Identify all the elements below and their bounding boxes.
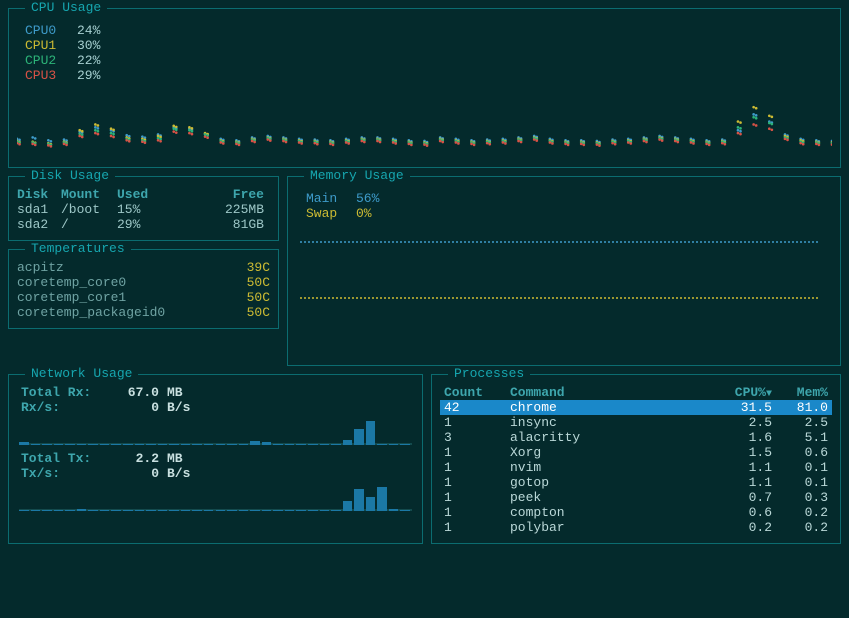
cpu-core-pct: 22% bbox=[77, 53, 100, 68]
memory-title: Memory Usage bbox=[304, 168, 410, 183]
proc-col-mem[interactable]: Mem% bbox=[772, 385, 828, 400]
cpu-core-name: CPU3 bbox=[25, 68, 69, 83]
proc-col-cpu[interactable]: CPU%▼ bbox=[714, 385, 772, 400]
cpu-core-pct: 24% bbox=[77, 23, 100, 38]
cpu-core-row: CPU1 30% bbox=[25, 38, 832, 53]
temps-panel: Temperatures acpitz39C coretemp_core050C… bbox=[8, 249, 279, 329]
cpu-core-name: CPU1 bbox=[25, 38, 69, 53]
memory-panel: Memory Usage Main 56% Swap 0% bbox=[287, 176, 841, 366]
mem-swap-chart bbox=[300, 297, 828, 299]
cpu-core-row: CPU2 22% bbox=[25, 53, 832, 68]
net-tx-chart bbox=[19, 485, 412, 511]
mem-main-row: Main 56% bbox=[306, 191, 832, 206]
disk-row: sda1 /boot 15% 225MB bbox=[17, 202, 270, 217]
disk-title: Disk Usage bbox=[25, 168, 115, 183]
temp-row: coretemp_core050C bbox=[17, 275, 270, 290]
cpu-core-pct: 30% bbox=[77, 38, 100, 53]
proc-row[interactable]: 1peek0.70.3 bbox=[440, 490, 832, 505]
temp-row: coretemp_core150C bbox=[17, 290, 270, 305]
proc-row[interactable]: 1insync2.52.5 bbox=[440, 415, 832, 430]
cpu-panel: CPU Usage CPU0 24% CPU1 30% CPU2 22% CPU… bbox=[8, 8, 841, 168]
cpu-core-name: CPU2 bbox=[25, 53, 69, 68]
proc-row[interactable]: 1gotop1.10.1 bbox=[440, 475, 832, 490]
temp-row: coretemp_packageid050C bbox=[17, 305, 270, 320]
net-tx-rate: Tx/s: 0 B/s bbox=[21, 466, 414, 481]
proc-row[interactable]: 42chrome31.581.0 bbox=[440, 400, 832, 415]
cpu-core-row: CPU0 24% bbox=[25, 23, 832, 38]
disk-row: sda2 / 29% 81GB bbox=[17, 217, 270, 232]
cpu-core-row: CPU3 29% bbox=[25, 68, 832, 83]
temp-row: acpitz39C bbox=[17, 260, 270, 275]
proc-row[interactable]: 1Xorg1.50.6 bbox=[440, 445, 832, 460]
proc-row[interactable]: 1nvim1.10.1 bbox=[440, 460, 832, 475]
processes-title: Processes bbox=[448, 366, 530, 381]
proc-col-command[interactable]: Command bbox=[510, 385, 714, 400]
net-rx-chart bbox=[19, 419, 412, 445]
proc-row[interactable]: 1polybar0.20.2 bbox=[440, 520, 832, 535]
disk-header: Disk Mount Used Free bbox=[17, 187, 270, 202]
mem-swap-row: Swap 0% bbox=[306, 206, 832, 221]
net-tx-total: Total Tx: 2.2 MB bbox=[21, 451, 414, 466]
cpu-core-list: CPU0 24% CPU1 30% CPU2 22% CPU3 29% bbox=[25, 23, 832, 83]
net-rx-rate: Rx/s: 0 B/s bbox=[21, 400, 414, 415]
disk-panel: Disk Usage Disk Mount Used Free sda1 /bo… bbox=[8, 176, 279, 241]
cpu-chart bbox=[17, 87, 832, 159]
cpu-core-name: CPU0 bbox=[25, 23, 69, 38]
net-rx-total: Total Rx: 67.0 MB bbox=[21, 385, 414, 400]
mem-main-chart bbox=[300, 241, 828, 243]
temps-title: Temperatures bbox=[25, 241, 131, 256]
cpu-title: CPU Usage bbox=[25, 0, 107, 15]
proc-row[interactable]: 3alacritty1.65.1 bbox=[440, 430, 832, 445]
cpu-core-pct: 29% bbox=[77, 68, 100, 83]
network-title: Network Usage bbox=[25, 366, 138, 381]
proc-col-count[interactable]: Count bbox=[444, 385, 510, 400]
processes-panel: Processes Count Command CPU%▼ Mem% 42chr… bbox=[431, 374, 841, 544]
proc-body: 42chrome31.581.01insync2.52.53alacritty1… bbox=[440, 400, 832, 535]
proc-row[interactable]: 1compton0.60.2 bbox=[440, 505, 832, 520]
proc-header[interactable]: Count Command CPU%▼ Mem% bbox=[440, 385, 832, 400]
network-panel: Network Usage Total Rx: 67.0 MB Rx/s: 0 … bbox=[8, 374, 423, 544]
